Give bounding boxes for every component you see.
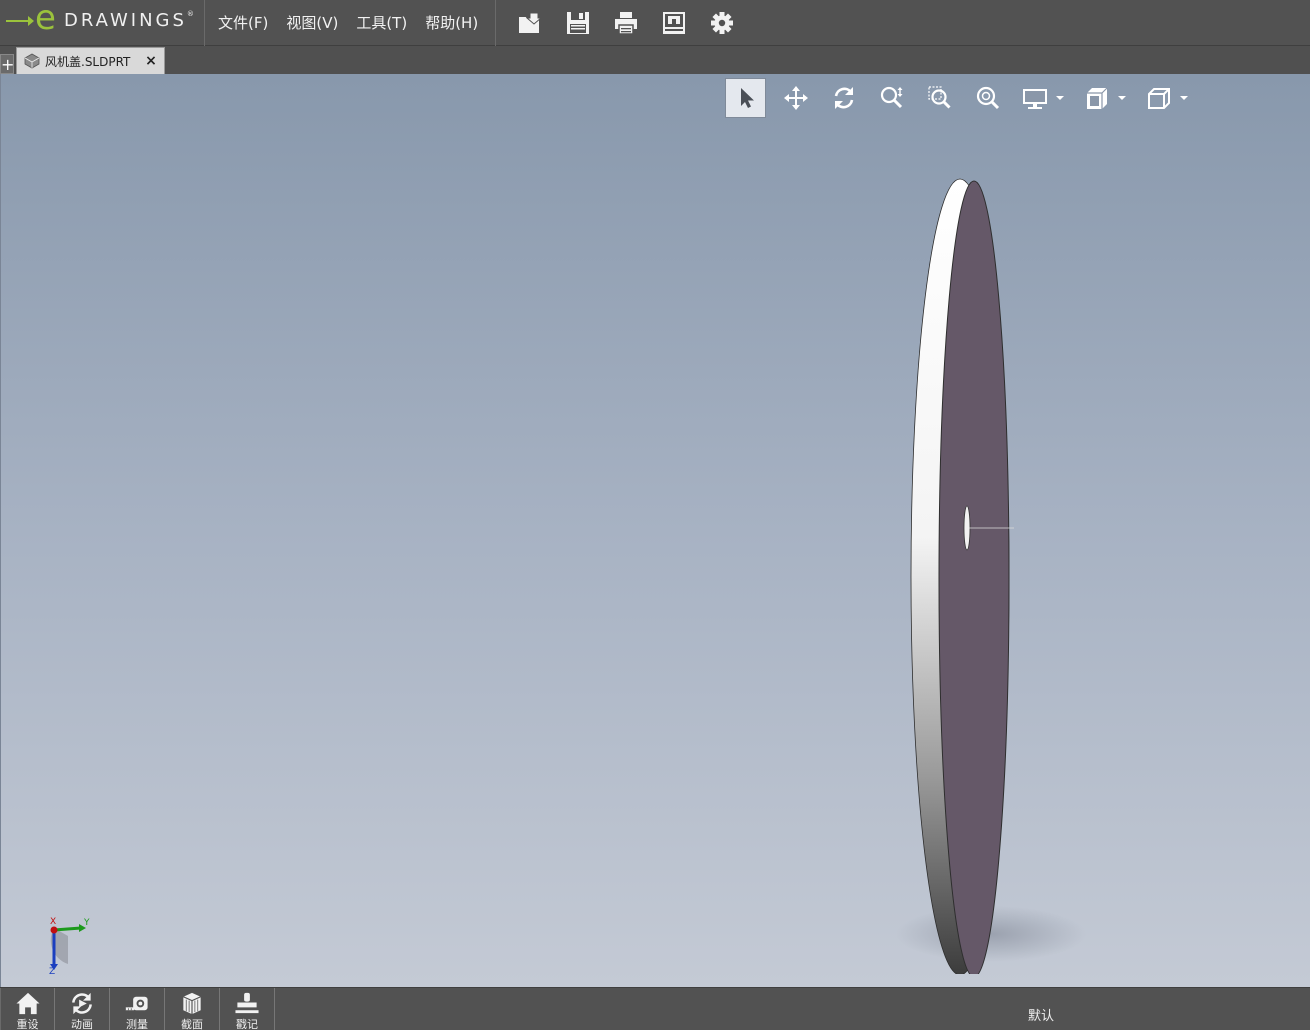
section-label: 截面 (181, 1018, 203, 1030)
zoom-to-area-icon (928, 86, 951, 109)
display-style-icon (1023, 89, 1047, 109)
chevron-down-icon (1056, 96, 1064, 100)
menu-tools[interactable]: 工具(T) (351, 0, 420, 46)
zoom-icon (880, 86, 903, 109)
stamp-label: 戳记 (236, 1018, 258, 1030)
zoom-to-area-button[interactable] (916, 78, 964, 118)
part-model[interactable] (891, 124, 1091, 974)
configuration-name[interactable]: 默认 (1028, 1005, 1054, 1024)
part-icon (24, 53, 40, 69)
measure-icon (125, 996, 148, 1011)
print-button[interactable] (602, 0, 650, 46)
tab-strip: + 风机盖.SLDPRT × (0, 46, 1310, 74)
pan-icon (784, 86, 808, 110)
rotate-button[interactable] (820, 78, 868, 118)
gear-icon (711, 11, 734, 34)
document-tab-title: 风机盖.SLDPRT (45, 54, 131, 69)
chevron-down-icon (1180, 96, 1188, 100)
section-icon (183, 992, 201, 1015)
animate-label: 动画 (71, 1018, 93, 1030)
menu-bar: e DRAWINGS® 文件(F) 视图(V) 工具(T) 帮助(H) (0, 0, 1310, 46)
logo-letter: e (35, 0, 56, 38)
print-icon (615, 11, 638, 35)
menu-help[interactable]: 帮助(H) (420, 0, 491, 46)
reset-button[interactable]: 重设 (0, 988, 55, 1030)
bottom-toolbar: 重设 动画 测量 截面 戳记 默认 (0, 987, 1310, 1030)
view-orientation-icon (1087, 87, 1108, 109)
section-button[interactable]: 截面 (165, 988, 220, 1030)
menu-view[interactable]: 视图(V) (281, 0, 351, 46)
options-button[interactable] (698, 0, 746, 46)
select-button[interactable] (725, 78, 766, 118)
standard-views-button[interactable] (1136, 78, 1198, 118)
view-orientation-button[interactable] (1074, 78, 1136, 118)
stamp-button[interactable]: 戳记 (220, 988, 275, 1030)
standard-views-icon (1148, 88, 1170, 109)
animate-icon (72, 992, 92, 1015)
zoom-to-fit-icon (976, 86, 1000, 110)
logo-word: DRAWINGS® (64, 9, 194, 31)
edrawings-logo: e DRAWINGS® (0, 0, 205, 46)
rotate-icon (834, 87, 854, 109)
animate-button[interactable]: 动画 (55, 988, 110, 1030)
select-icon (740, 88, 754, 108)
save-button[interactable] (554, 0, 602, 46)
chevron-down-icon (1118, 96, 1126, 100)
menu-file[interactable]: 文件(F) (213, 0, 281, 46)
pan-button[interactable] (772, 78, 820, 118)
save-icon (567, 11, 590, 34)
publish-button[interactable] (650, 0, 698, 46)
triad-x-label: X (50, 917, 56, 927)
zoom-button[interactable] (868, 78, 916, 118)
file-toolbar (496, 0, 746, 46)
close-tab-button[interactable]: × (142, 53, 160, 69)
measure-button[interactable]: 测量 (110, 988, 165, 1030)
main-menu: 文件(F) 视图(V) 工具(T) 帮助(H) (205, 0, 497, 46)
markup-icon (235, 992, 259, 1014)
reset-label: 重设 (16, 1018, 39, 1030)
part-face (938, 180, 1010, 974)
open-icon (519, 12, 543, 33)
graphics-viewport[interactable]: X Y Z (0, 74, 1310, 987)
publish-icon (663, 11, 686, 34)
open-button[interactable] (506, 0, 554, 46)
display-style-button[interactable] (1012, 78, 1074, 118)
zoom-to-fit-button[interactable] (964, 78, 1012, 118)
home-icon (15, 992, 40, 1015)
document-tab[interactable]: 风机盖.SLDPRT × (16, 47, 165, 74)
triad-z-label: Z (49, 967, 55, 974)
orientation-triad: X Y Z (49, 917, 90, 974)
view-toolbar (725, 78, 1198, 118)
triad-y-label: Y (83, 918, 90, 928)
new-tab-button[interactable]: + (0, 54, 14, 74)
measure-label: 测量 (126, 1018, 148, 1030)
